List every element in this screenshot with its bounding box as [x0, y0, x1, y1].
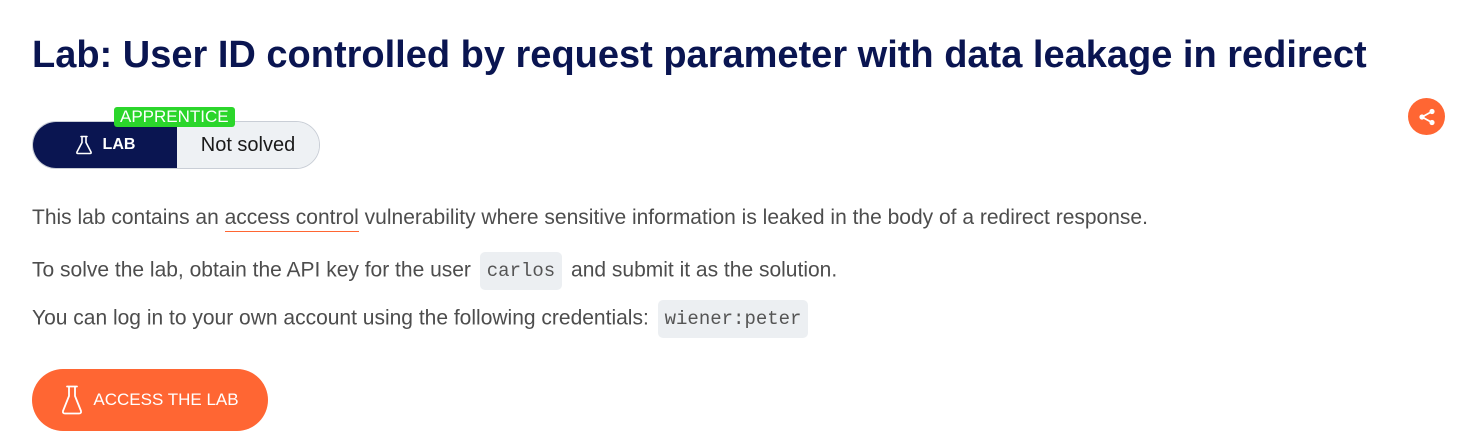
description-text: vulnerability where sensitive informatio… — [358, 206, 1148, 229]
level-badge: APPRENTICE — [114, 107, 235, 127]
description-line-3: You can log in to your own account using… — [32, 300, 811, 338]
lab-type-label: LAB — [33, 122, 177, 168]
description-line-2: To solve the lab, obtain the API key for… — [32, 252, 837, 290]
lab-type-text: LAB — [102, 136, 136, 153]
share-icon — [1418, 108, 1435, 125]
username-code: carlos — [479, 252, 563, 290]
description-text: To solve the lab, obtain the API key for… — [32, 258, 477, 282]
solved-status: Not solved — [177, 122, 319, 168]
access-lab-button[interactable]: ACCESS THE LAB — [32, 369, 268, 431]
credentials-code: wiener:peter — [657, 300, 809, 338]
lab-status-pill: LAB Not solved — [32, 121, 320, 169]
flask-icon — [62, 385, 83, 415]
description-line-1: This lab contains an access control vuln… — [32, 203, 1148, 233]
lab-page: Lab: User ID controlled by request param… — [0, 0, 1474, 438]
page-title: Lab: User ID controlled by request param… — [32, 34, 1367, 76]
description-text: You can log in to your own account using… — [32, 306, 655, 330]
description-text: and submit it as the solution. — [565, 258, 838, 282]
flask-icon — [75, 135, 92, 155]
access-control-link[interactable]: access control — [224, 206, 359, 232]
lab-status-widget: APPRENTICE LAB Not solved — [32, 107, 332, 173]
description-text: This lab contains an — [32, 206, 225, 229]
access-lab-label: ACCESS THE LAB — [93, 390, 239, 409]
share-button[interactable] — [1408, 98, 1445, 135]
